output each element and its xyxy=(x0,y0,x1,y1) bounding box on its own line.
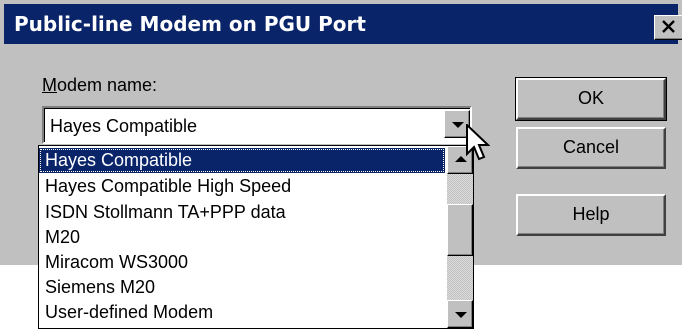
chevron-down-icon xyxy=(452,122,464,128)
list-item-m20[interactable]: M20 xyxy=(39,225,445,250)
mouse-pointer-icon xyxy=(466,124,490,161)
modem-name-label: Modem name: xyxy=(42,74,157,96)
modem-name-label-text: odem name: xyxy=(57,75,158,95)
modem-name-value: Hayes Compatible xyxy=(50,116,198,136)
close-button[interactable] xyxy=(654,15,682,40)
scroll-down-button[interactable] xyxy=(447,300,473,328)
list-item-isdn-stollmann[interactable]: ISDN Stollmann TA+PPP data xyxy=(39,200,445,225)
list-item-hayes-compatible-high-speed[interactable]: Hayes Compatible High Speed xyxy=(39,174,445,199)
close-x-icon xyxy=(662,20,675,33)
modem-name-combobox[interactable]: Hayes Compatible xyxy=(42,106,472,144)
list-scrollbar[interactable] xyxy=(447,146,473,328)
list-item-siemens-m20[interactable]: Siemens M20 xyxy=(39,275,445,300)
title-bar[interactable]: Public-line Modem on PGU Port xyxy=(4,4,682,44)
list-item-miracom-ws3000[interactable]: Miracom WS3000 xyxy=(39,250,445,275)
list-item-user-defined-modem[interactable]: User-defined Modem xyxy=(39,300,445,325)
scroll-down-arrow-icon xyxy=(455,312,467,318)
list-item-hayes-compatible[interactable]: Hayes Compatible xyxy=(39,148,445,173)
scroll-thumb[interactable] xyxy=(447,204,473,256)
cancel-button[interactable]: Cancel xyxy=(516,127,666,169)
modem-name-label-accelerator: M xyxy=(42,75,57,95)
help-button[interactable]: Help xyxy=(516,194,666,236)
ok-button[interactable]: OK xyxy=(515,77,667,121)
dialog-title: Public-line Modem on PGU Port xyxy=(14,12,366,36)
modem-dropdown-list[interactable]: Hayes Compatible Hayes Compatible High S… xyxy=(38,145,474,329)
